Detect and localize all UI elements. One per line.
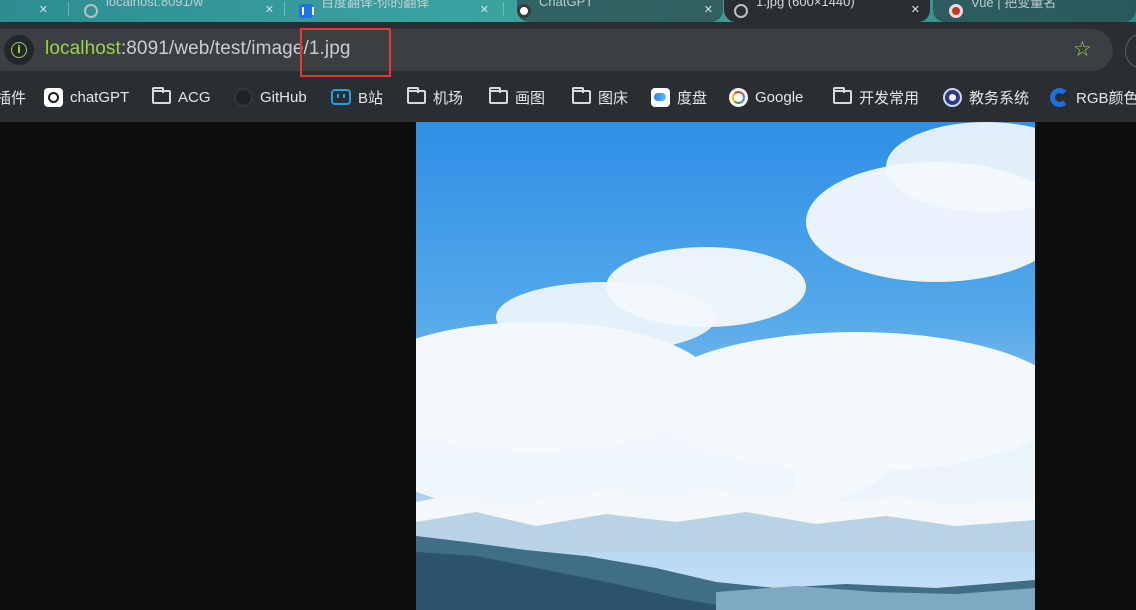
bookmark-folder-acg[interactable]: ACG bbox=[151, 78, 211, 116]
bookmark-chatgpt[interactable]: chatGPT bbox=[43, 78, 129, 116]
bookmark-rgb[interactable]: RGB颜色 bbox=[1049, 78, 1136, 116]
bookmark-folder-jichang[interactable]: 机场 bbox=[406, 78, 463, 116]
browser-toolbar: i localhost:8091/web/test/image/1.jpg ☆ bbox=[0, 22, 1136, 78]
close-icon[interactable]: ✕ bbox=[265, 3, 274, 16]
github-icon bbox=[233, 87, 253, 107]
bookmark-folder-huatu[interactable]: 画图 bbox=[488, 78, 545, 116]
globe-icon bbox=[734, 4, 748, 18]
bookmark-dupan[interactable]: 度盘 bbox=[650, 78, 707, 116]
openai-icon bbox=[517, 4, 531, 18]
bookmark-folder-kaifa[interactable]: 开发常用 bbox=[832, 78, 919, 116]
bilibili-icon bbox=[331, 87, 351, 107]
folder-icon bbox=[832, 87, 852, 107]
landscape-image[interactable] bbox=[416, 122, 1035, 610]
tab-1-jpg[interactable]: 1.jpg (600×1440) ✕ bbox=[724, 0, 930, 22]
tab-title: 1.jpg (600×1440) bbox=[756, 0, 855, 9]
tab-title: 百度翻译-你的翻译 bbox=[321, 0, 430, 10]
close-icon[interactable]: ✕ bbox=[39, 3, 48, 16]
close-icon[interactable]: ✕ bbox=[704, 3, 713, 16]
tab-title: Vue | 把变量名 bbox=[971, 0, 1057, 10]
folder-icon bbox=[406, 87, 426, 107]
bookmarks-bar: 插件 chatGPT ACG GitHub B站 机场 画图 图床 度盘 Goo… bbox=[0, 78, 1136, 122]
tab-separator bbox=[68, 2, 69, 16]
bookmark-label: ACG bbox=[178, 88, 211, 106]
bookmark-label: RGB颜色 bbox=[1076, 89, 1136, 107]
bookmark-label: 图床 bbox=[598, 89, 629, 107]
openai-icon bbox=[43, 87, 63, 107]
tab-vue[interactable]: Vue | 把变量名 bbox=[933, 0, 1136, 22]
bookmark-label: chatGPT bbox=[70, 88, 130, 106]
bookmark-label: 教务系统 bbox=[969, 89, 1030, 107]
folder-icon bbox=[571, 87, 591, 107]
bookmark-label: 插件 bbox=[0, 89, 27, 107]
close-icon[interactable]: ✕ bbox=[480, 3, 489, 16]
bookmark-label: 画图 bbox=[515, 89, 546, 107]
bookmark-folder-tuchuang[interactable]: 图床 bbox=[571, 78, 628, 116]
bookmark-label: GitHub bbox=[260, 88, 307, 106]
google-icon bbox=[728, 87, 748, 107]
blue-app-icon bbox=[299, 4, 314, 18]
tab-separator bbox=[284, 2, 285, 16]
bookmark-label: Google bbox=[755, 88, 804, 106]
tab-chatgpt[interactable]: ChatGPT ✕ bbox=[517, 0, 723, 22]
globe-icon bbox=[84, 4, 98, 18]
folder-icon bbox=[151, 87, 171, 107]
tab-baidu-translate[interactable]: 百度翻译-你的翻译 ✕ bbox=[299, 0, 499, 22]
tab-title: ChatGPT bbox=[539, 0, 594, 9]
bookmark-bilibili[interactable]: B站 bbox=[331, 78, 383, 116]
tab-localhost[interactable]: localhost:8091/w ✕ bbox=[84, 0, 284, 22]
edu-icon bbox=[942, 87, 962, 107]
url-host: localhost bbox=[45, 38, 121, 59]
side-panel-button[interactable] bbox=[1125, 33, 1136, 69]
bookmark-label: 度盘 bbox=[677, 89, 708, 107]
bookmark-plugins[interactable]: 插件 bbox=[0, 78, 26, 116]
page-viewport bbox=[0, 122, 1136, 610]
red-circle-icon bbox=[949, 4, 963, 18]
folder-icon bbox=[488, 87, 508, 107]
info-icon: i bbox=[11, 42, 27, 58]
bookmark-jiaowu[interactable]: 教务系统 bbox=[942, 78, 1029, 116]
bookmark-label: B站 bbox=[358, 89, 384, 107]
address-bar[interactable]: i localhost:8091/web/test/image/1.jpg ☆ bbox=[0, 29, 1113, 71]
bookmark-label: 机场 bbox=[433, 89, 464, 107]
tab-strip: ✕ localhost:8091/w ✕ 百度翻译-你的翻译 ✕ ChatGPT… bbox=[0, 0, 1136, 22]
bookmark-github[interactable]: GitHub bbox=[233, 78, 307, 116]
bookmark-star-icon[interactable]: ☆ bbox=[1073, 37, 1092, 61]
close-icon[interactable]: ✕ bbox=[911, 3, 920, 16]
annotation-highlight-box bbox=[300, 28, 391, 77]
tab-1[interactable]: ✕ bbox=[0, 0, 70, 22]
bookmark-label: 开发常用 bbox=[859, 89, 920, 107]
rgb-icon bbox=[1049, 87, 1069, 107]
baidu-pan-icon bbox=[650, 87, 670, 107]
tab-title: localhost:8091/w bbox=[106, 0, 203, 9]
site-info-button[interactable]: i bbox=[4, 35, 34, 65]
tab-separator bbox=[503, 2, 504, 16]
forested-hills bbox=[416, 536, 1035, 610]
bookmark-google[interactable]: Google bbox=[728, 78, 803, 116]
